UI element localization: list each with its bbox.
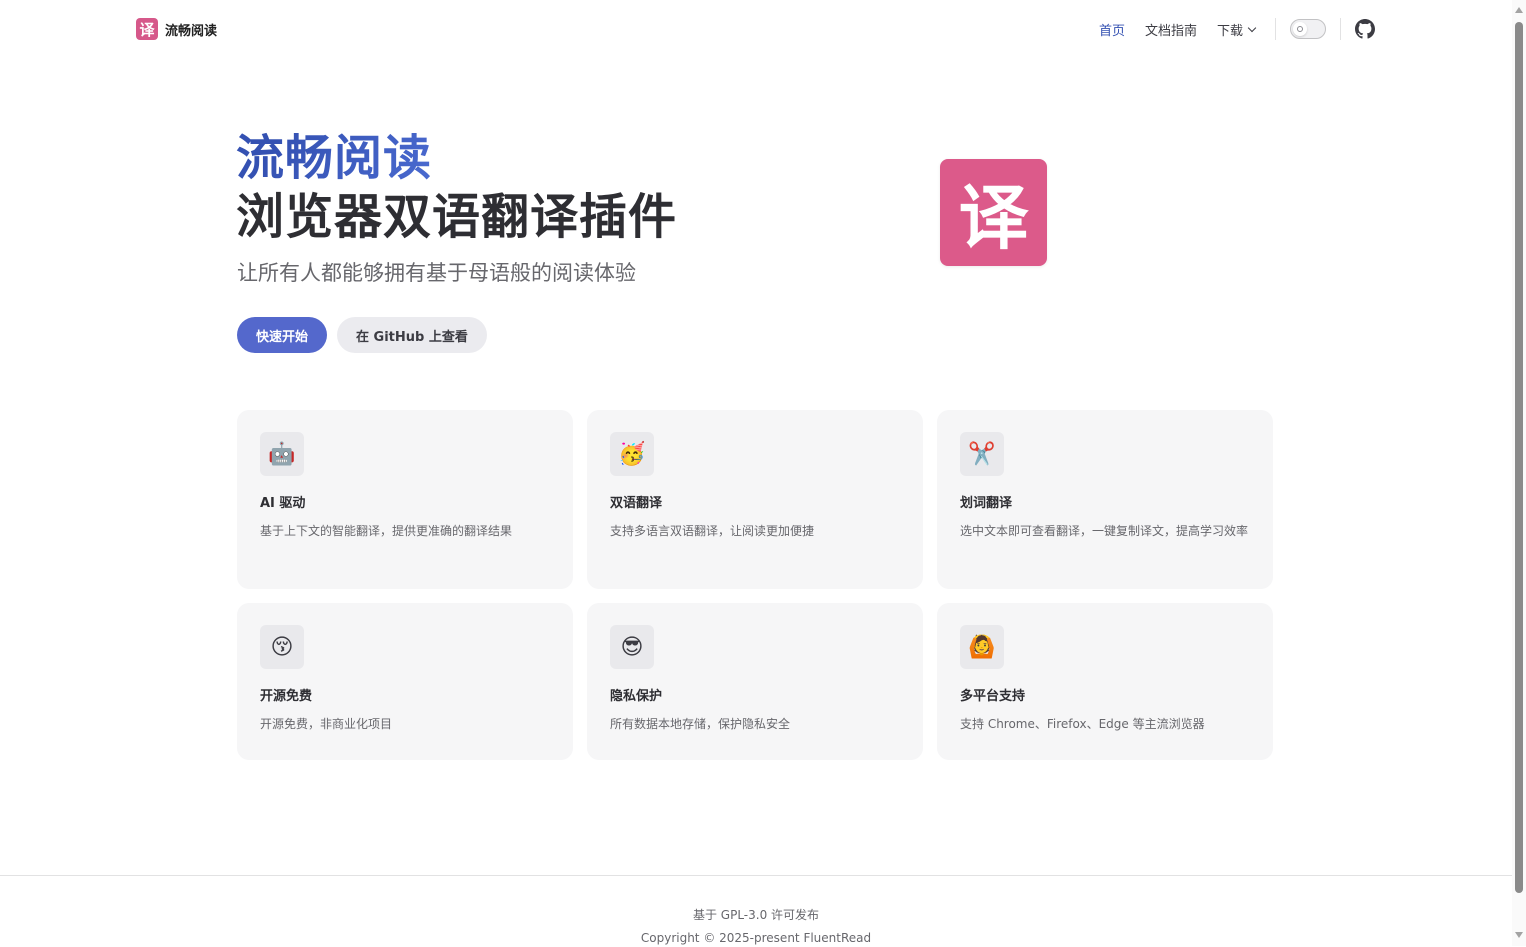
feature-card-ai: 🤖 AI 驱动 基于上下文的智能翻译，提供更准确的翻译结果	[237, 410, 573, 589]
get-started-button[interactable]: 快速开始	[237, 317, 328, 353]
sunglasses-face-icon: 😎	[610, 625, 654, 669]
footer-license: 基于 GPL-3.0 许可发布	[692, 908, 820, 922]
nav-links: 首页 文档指南 下载	[1079, 17, 1375, 41]
feature-title: 多平台支持	[960, 689, 1026, 704]
theme-toggle[interactable]	[1290, 19, 1326, 39]
feature-title: 开源免费	[260, 689, 313, 704]
robot-icon: 🤖	[260, 432, 304, 476]
github-icon[interactable]	[1355, 19, 1375, 39]
feature-card-bilingual: 🥳 双语翻译 支持多语言双语翻译，让阅读更加便捷	[587, 410, 923, 589]
feature-details: 基于上下文的智能翻译，提供更准确的翻译结果	[260, 524, 513, 538]
vertical-scrollbar[interactable]	[1512, 0, 1526, 946]
feature-title: 划词翻译	[960, 496, 1013, 511]
person-gesturing-icon: 🙆	[960, 625, 1004, 669]
top-nav: 译 流畅阅读 首页 文档指南 下载	[0, 0, 1512, 57]
nav-link-home[interactable]: 首页	[1099, 20, 1125, 39]
hero-logo-icon: 译	[940, 159, 1047, 266]
hero-name: 流畅阅读	[236, 130, 433, 186]
nav-divider	[1275, 18, 1276, 40]
scrollbar-thumb[interactable]	[1515, 22, 1523, 893]
brand-name: 流畅阅读	[165, 23, 218, 39]
hero-tagline: 让所有人都能够拥有基于母语般的阅读体验	[237, 261, 636, 285]
feature-title: AI 驱动	[260, 496, 306, 511]
logo-icon: 译	[136, 18, 158, 40]
features-grid: 🤖 AI 驱动 基于上下文的智能翻译，提供更准确的翻译结果 🥳 双语翻译 支持多…	[237, 410, 1274, 760]
brand-link[interactable]: 译 流畅阅读	[136, 18, 217, 40]
nav-divider-2	[1340, 18, 1341, 40]
hero-actions: 快速开始 在 GitHub 上查看	[237, 317, 487, 353]
scissors-icon: ✂️	[960, 432, 1004, 476]
feature-details: 开源免费，非商业化项目	[260, 717, 393, 731]
feature-title: 双语翻译	[610, 496, 663, 511]
nav-link-docs[interactable]: 文档指南	[1145, 20, 1197, 39]
feature-card-platforms: 🙆 多平台支持 支持 Chrome、Firefox、Edge 等主流浏览器	[937, 603, 1273, 760]
feature-details: 支持 Chrome、Firefox、Edge 等主流浏览器	[960, 717, 1205, 731]
kissing-face-icon: 😚	[260, 625, 304, 669]
footer-copyright: Copyright © 2025-present FluentRead	[640, 931, 872, 945]
scroll-up-arrow-icon[interactable]	[1515, 7, 1523, 13]
feature-details: 支持多语言双语翻译，让阅读更加便捷	[610, 524, 815, 538]
scroll-down-arrow-icon[interactable]	[1515, 932, 1523, 938]
footer: 基于 GPL-3.0 许可发布 Copyright © 2025-present…	[0, 875, 1512, 947]
view-on-github-button[interactable]: 在 GitHub 上查看	[337, 317, 487, 353]
feature-card-opensource: 😚 开源免费 开源免费，非商业化项目	[237, 603, 573, 760]
nav-download-label: 下载	[1216, 23, 1243, 39]
feature-card-privacy: 😎 隐私保护 所有数据本地存储，保护隐私安全	[587, 603, 923, 760]
chevron-down-icon	[1247, 23, 1257, 32]
nav-download-dropdown[interactable]: 下载	[1216, 20, 1257, 39]
feature-details: 所有数据本地存储，保护隐私安全	[610, 717, 791, 731]
sun-icon	[1293, 22, 1307, 36]
feature-card-selection: ✂️ 划词翻译 选中文本即可查看翻译，一键复制译文，提高学习效率	[937, 410, 1273, 589]
feature-details: 选中文本即可查看翻译，一键复制译文，提高学习效率	[960, 524, 1249, 538]
party-face-icon: 🥳	[610, 432, 654, 476]
feature-title: 隐私保护	[610, 689, 663, 704]
page: 译 流畅阅读 首页 文档指南 下载 流畅阅读 浏览器双语翻译插件 让所有人都能够…	[0, 0, 1512, 947]
hero-text: 浏览器双语翻译插件	[236, 189, 678, 245]
